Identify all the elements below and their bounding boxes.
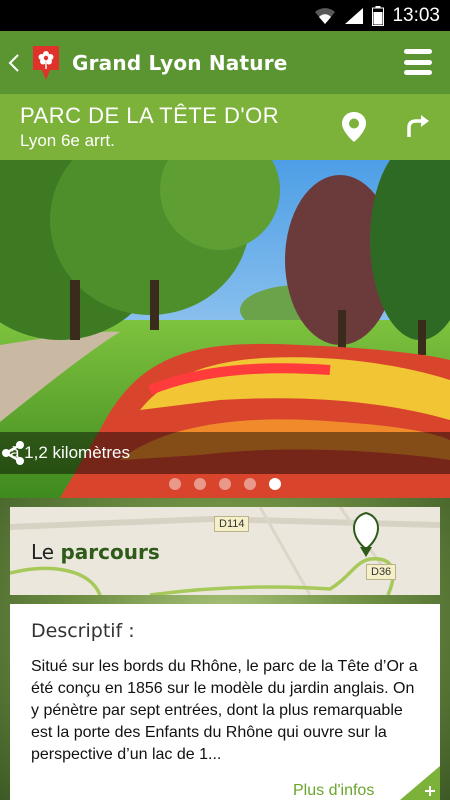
description-text: Situé sur les bords du Rhône, le parc de… — [31, 658, 418, 763]
signal-icon — [345, 7, 364, 24]
carousel-dot-active[interactable] — [269, 478, 281, 490]
park-photo[interactable]: à 1,2 kilomètres — [0, 160, 450, 498]
route-title: Le parcours — [31, 540, 160, 564]
road-label: D114 — [214, 516, 250, 532]
back-icon — [8, 53, 19, 72]
share-icon[interactable] — [0, 440, 26, 466]
status-bar: 13:03 — [0, 0, 450, 31]
plus-corner-icon[interactable] — [400, 766, 440, 800]
park-header: PARC DE LA TÊTE D'OR Lyon 6e arrt. — [0, 94, 450, 160]
app-bar: Grand Lyon Nature — [0, 31, 450, 94]
description-card: Descriptif : Situé sur les bords du Rhôn… — [10, 604, 440, 800]
carousel-indicator[interactable] — [0, 478, 450, 490]
status-time: 13:03 — [392, 4, 440, 26]
park-district: Lyon 6e arrt. — [20, 131, 115, 150]
road-label: D36 — [366, 564, 397, 580]
app-title: Grand Lyon Nature — [72, 50, 288, 75]
carousel-dot[interactable] — [194, 478, 206, 490]
carousel-dot[interactable] — [169, 478, 181, 490]
distance-label: à 1,2 kilomètres — [10, 443, 130, 462]
directions-arrow-icon[interactable] — [405, 113, 431, 139]
battery-icon — [372, 5, 385, 26]
menu-icon[interactable] — [404, 49, 432, 75]
back-button[interactable] — [0, 31, 28, 94]
carousel-dot[interactable] — [244, 478, 256, 490]
park-name: PARC DE LA TÊTE D'OR — [20, 103, 280, 128]
description-heading: Descriptif : — [31, 620, 135, 642]
carousel-dot[interactable] — [219, 478, 231, 490]
location-pin-icon[interactable] — [340, 111, 368, 143]
wifi-icon — [315, 7, 336, 24]
route-card[interactable]: D114 D36 Le parcours — [10, 507, 440, 595]
more-info-link[interactable]: Plus d'infos — [293, 782, 374, 800]
logo-pin-flower-icon[interactable] — [30, 43, 62, 83]
distance-bar: à 1,2 kilomètres — [0, 432, 450, 474]
